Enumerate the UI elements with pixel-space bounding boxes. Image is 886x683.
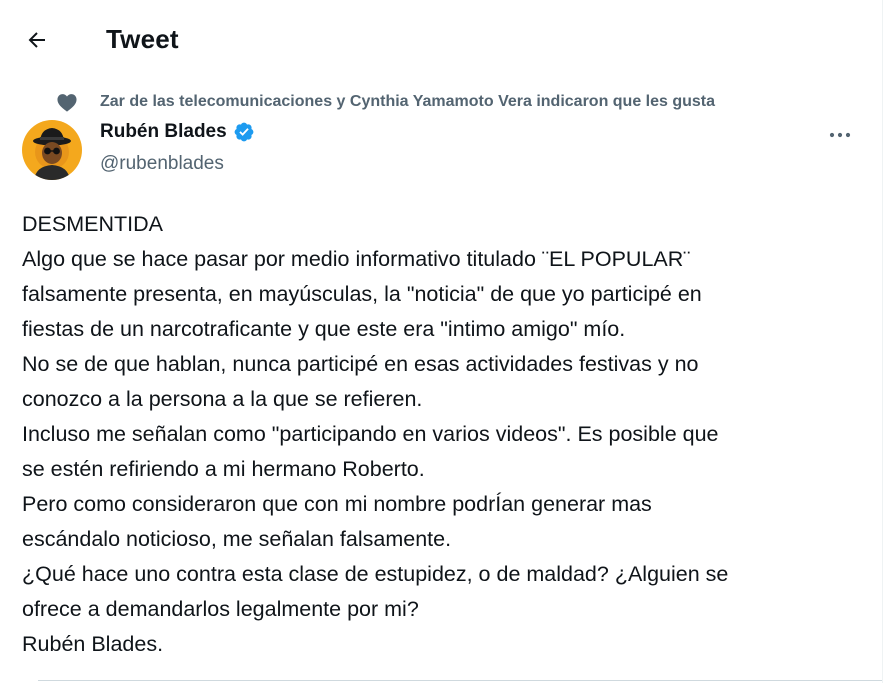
tweet-detail-view: Tweet Zar de las telecomunicaciones y Cy…	[0, 0, 883, 683]
tweet-line: Pero como consideraron que con mi nombre…	[22, 492, 652, 516]
tweet-line: Incluso me señalan como "participando en…	[22, 422, 719, 446]
back-button[interactable]	[18, 22, 56, 58]
top-bar: Tweet	[0, 0, 882, 76]
tweet-line: No se de que hablan, nunca participé en …	[22, 352, 699, 376]
tweet-line: DESMENTIDA	[22, 212, 163, 236]
tweet-text: DESMENTIDA Algo que se hace pasar por me…	[22, 207, 862, 662]
tweet-line: se estén refiriendo a mi hermano Roberto…	[22, 457, 425, 481]
author-handle[interactable]: @rubenblades	[100, 153, 224, 175]
tweet-line: escándalo noticioso, me señalan falsamen…	[22, 527, 452, 551]
avatar[interactable]	[22, 120, 82, 180]
tweet-line: ofrece a demandarlos legalmente por mi?	[22, 597, 419, 621]
author-name[interactable]: Rubén Blades	[100, 121, 255, 143]
author-display-name: Rubén Blades	[100, 121, 227, 142]
tweet-line: falsamente presenta, en mayúsculas, la "…	[22, 282, 702, 306]
avatar-image	[22, 120, 82, 180]
tweet-line: conozco a la persona a la que se refiere…	[22, 387, 423, 411]
social-context[interactable]: Zar de las telecomunicaciones y Cynthia …	[56, 92, 715, 112]
tweet-line: ¿Qué hace uno contra esta clase de estup…	[22, 562, 729, 586]
more-horizontal-icon	[829, 132, 851, 138]
arrow-left-icon	[28, 32, 45, 48]
tweet-line: fiestas de un narcotraficante y que este…	[22, 317, 626, 341]
tweet-line: Rubén Blades.	[22, 632, 164, 656]
more-options-button[interactable]	[826, 123, 854, 147]
social-context-text: Zar de las telecomunicaciones y Cynthia …	[100, 93, 716, 110]
page-title: Tweet	[106, 24, 179, 54]
tweet-line: Algo que se hace pasar por medio informa…	[22, 247, 691, 271]
heart-icon	[57, 94, 77, 112]
verified-badge-icon	[234, 122, 254, 142]
divider	[38, 680, 882, 681]
